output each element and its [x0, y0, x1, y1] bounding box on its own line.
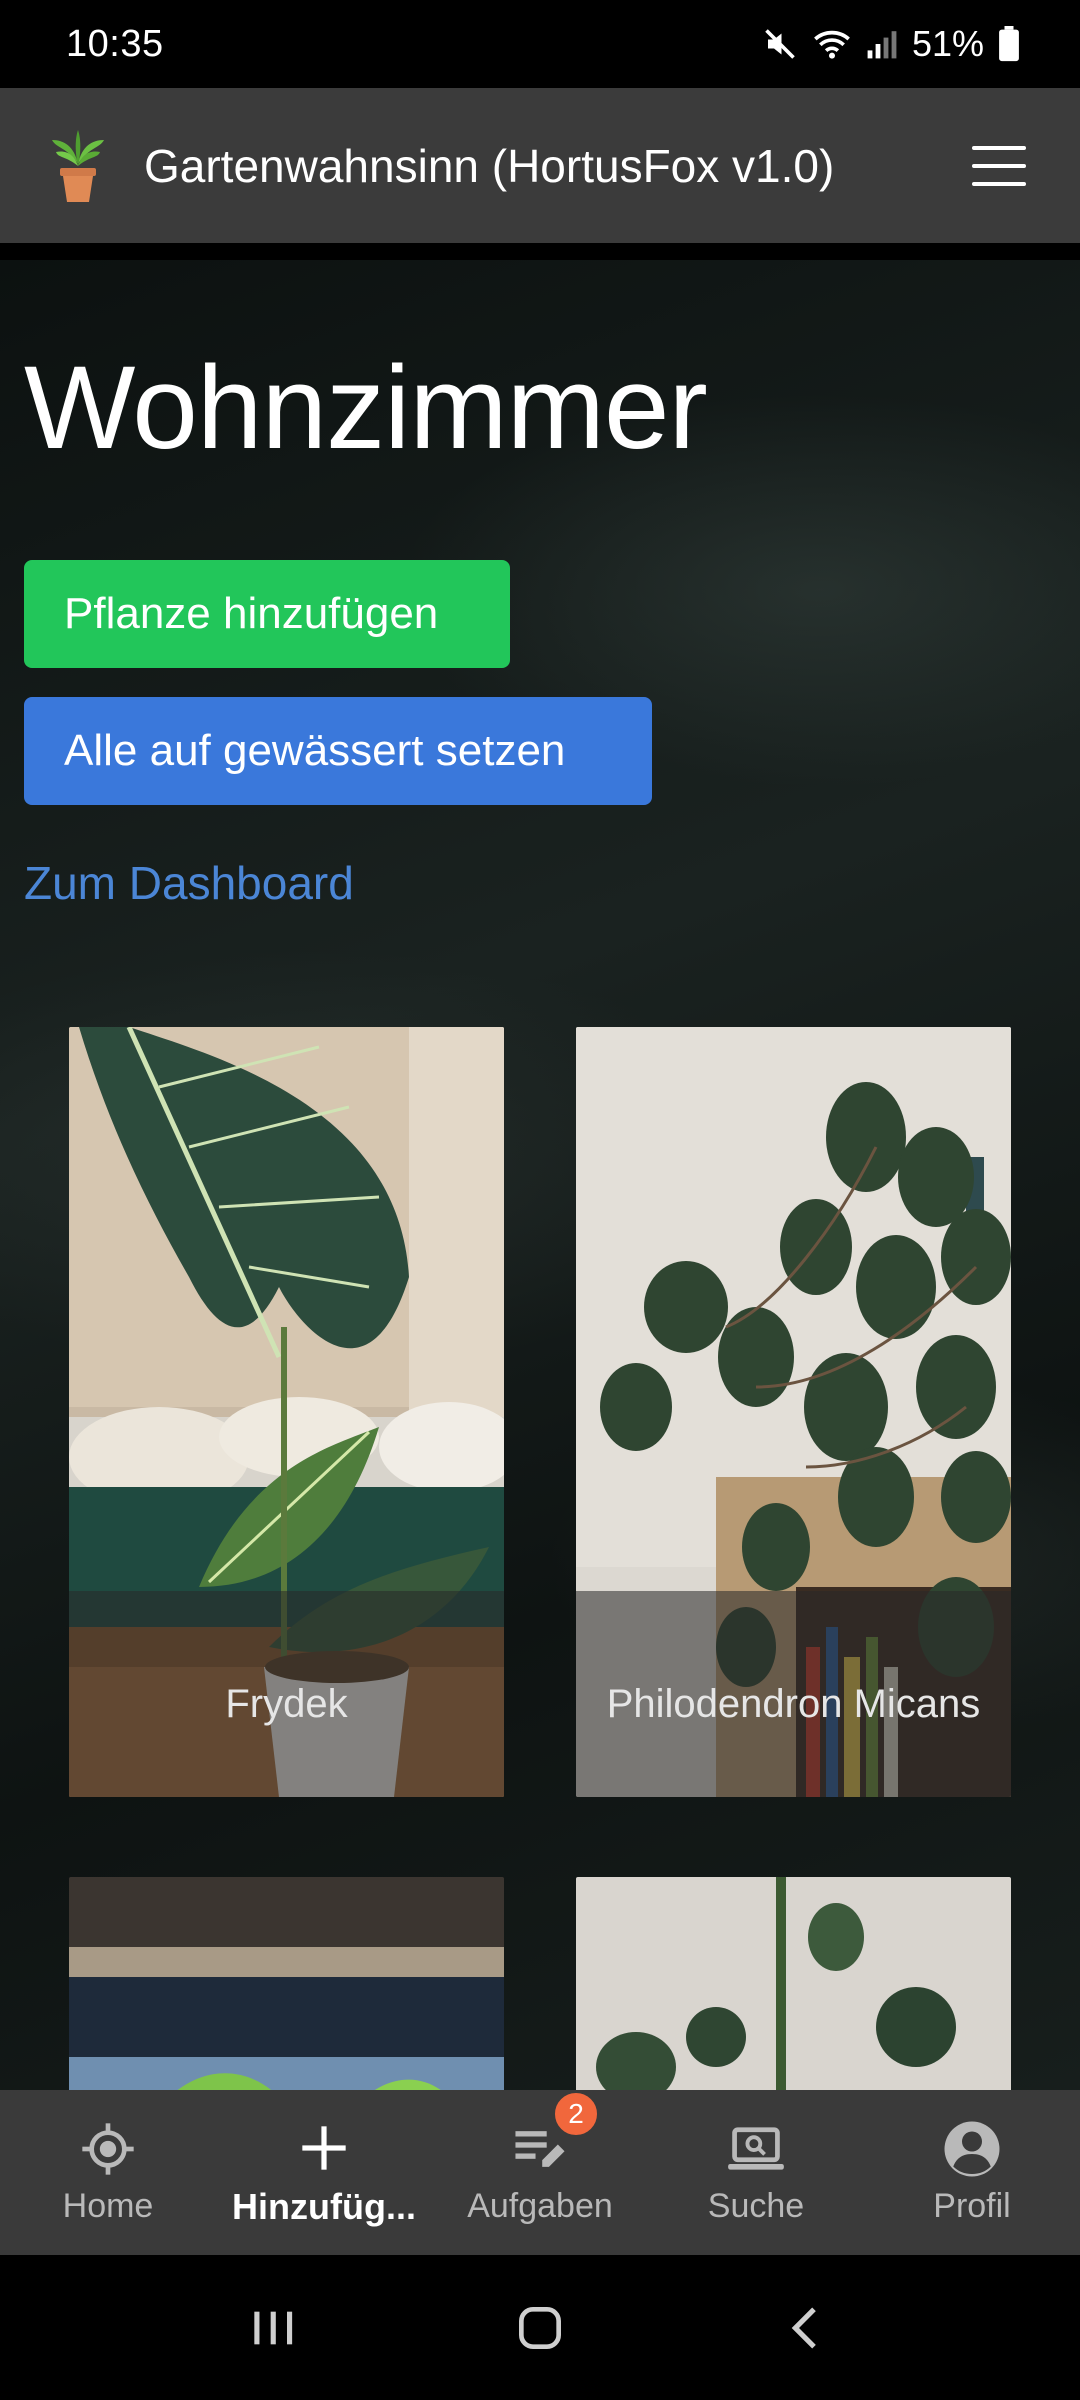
bottom-navigation: Home Hinzufüg... 2 Aufgaben Suche Profil [0, 2090, 1080, 2255]
tasks-badge: 2 [552, 2090, 600, 2138]
plant-photo [69, 1877, 504, 2090]
potted-plant-icon [52, 129, 104, 202]
plant-photo [576, 1877, 1011, 2090]
status-bar: 10:35 51% [0, 0, 1080, 88]
plant-card[interactable] [69, 1877, 504, 2090]
nav-label: Profil [933, 2187, 1011, 2225]
add-plant-button[interactable]: Pflanze hinzufügen [24, 560, 510, 668]
app-title: Gartenwahnsinn (HortusFox v1.0) [144, 139, 835, 192]
mute-icon [765, 29, 795, 59]
nav-label: Aufgaben [467, 2187, 613, 2225]
system-navigation-bar [0, 2255, 1080, 2400]
plant-name: Frydek [225, 1681, 348, 1726]
plant-card[interactable]: Frydek [69, 1027, 504, 1797]
nav-label: Suche [707, 2187, 805, 2225]
plant-card[interactable] [576, 1877, 1011, 2090]
dashboard-link[interactable]: Zum Dashboard [24, 856, 354, 910]
laptop-search-icon [726, 2119, 786, 2179]
plant-caption-bar: Philodendron Micans [576, 1591, 1011, 1797]
nav-profile[interactable]: Profil [864, 2090, 1080, 2255]
nav-label: Hinzufüg... [232, 2185, 416, 2227]
nav-home[interactable]: Home [0, 2090, 216, 2255]
plant-name: Philodendron Micans [606, 1681, 981, 1726]
wifi-icon [814, 30, 850, 59]
recent-apps-icon[interactable] [245, 2300, 301, 2356]
battery-icon [999, 26, 1019, 62]
status-time: 10:35 [66, 22, 164, 65]
battery-percent: 51% [911, 23, 984, 64]
main-content: Wohnzimmer Pflanze hinzufügen Alle auf g… [0, 260, 1080, 2090]
app-header: Gartenwahnsinn (HortusFox v1.0) [0, 88, 1080, 243]
home-target-icon [78, 2119, 138, 2179]
hamburger-menu-icon[interactable] [972, 145, 1026, 186]
nav-add[interactable]: Hinzufüg... [216, 2090, 432, 2255]
account-circle-icon [942, 2119, 1002, 2179]
plus-icon [294, 2118, 354, 2178]
back-icon[interactable] [779, 2300, 835, 2356]
page-title: Wohnzimmer [24, 342, 708, 474]
set-all-watered-button[interactable]: Alle auf gewässert setzen [24, 697, 652, 805]
home-button-icon[interactable] [512, 2300, 568, 2356]
nav-search[interactable]: Suche [648, 2090, 864, 2255]
status-icons: 51% [762, 23, 1020, 65]
nav-label: Home [62, 2187, 154, 2225]
nav-tasks[interactable]: 2 Aufgaben [432, 2090, 648, 2255]
signal-icon [867, 31, 897, 59]
plant-card[interactable]: Philodendron Micans [576, 1027, 1011, 1797]
plant-caption-bar: Frydek [69, 1591, 504, 1797]
